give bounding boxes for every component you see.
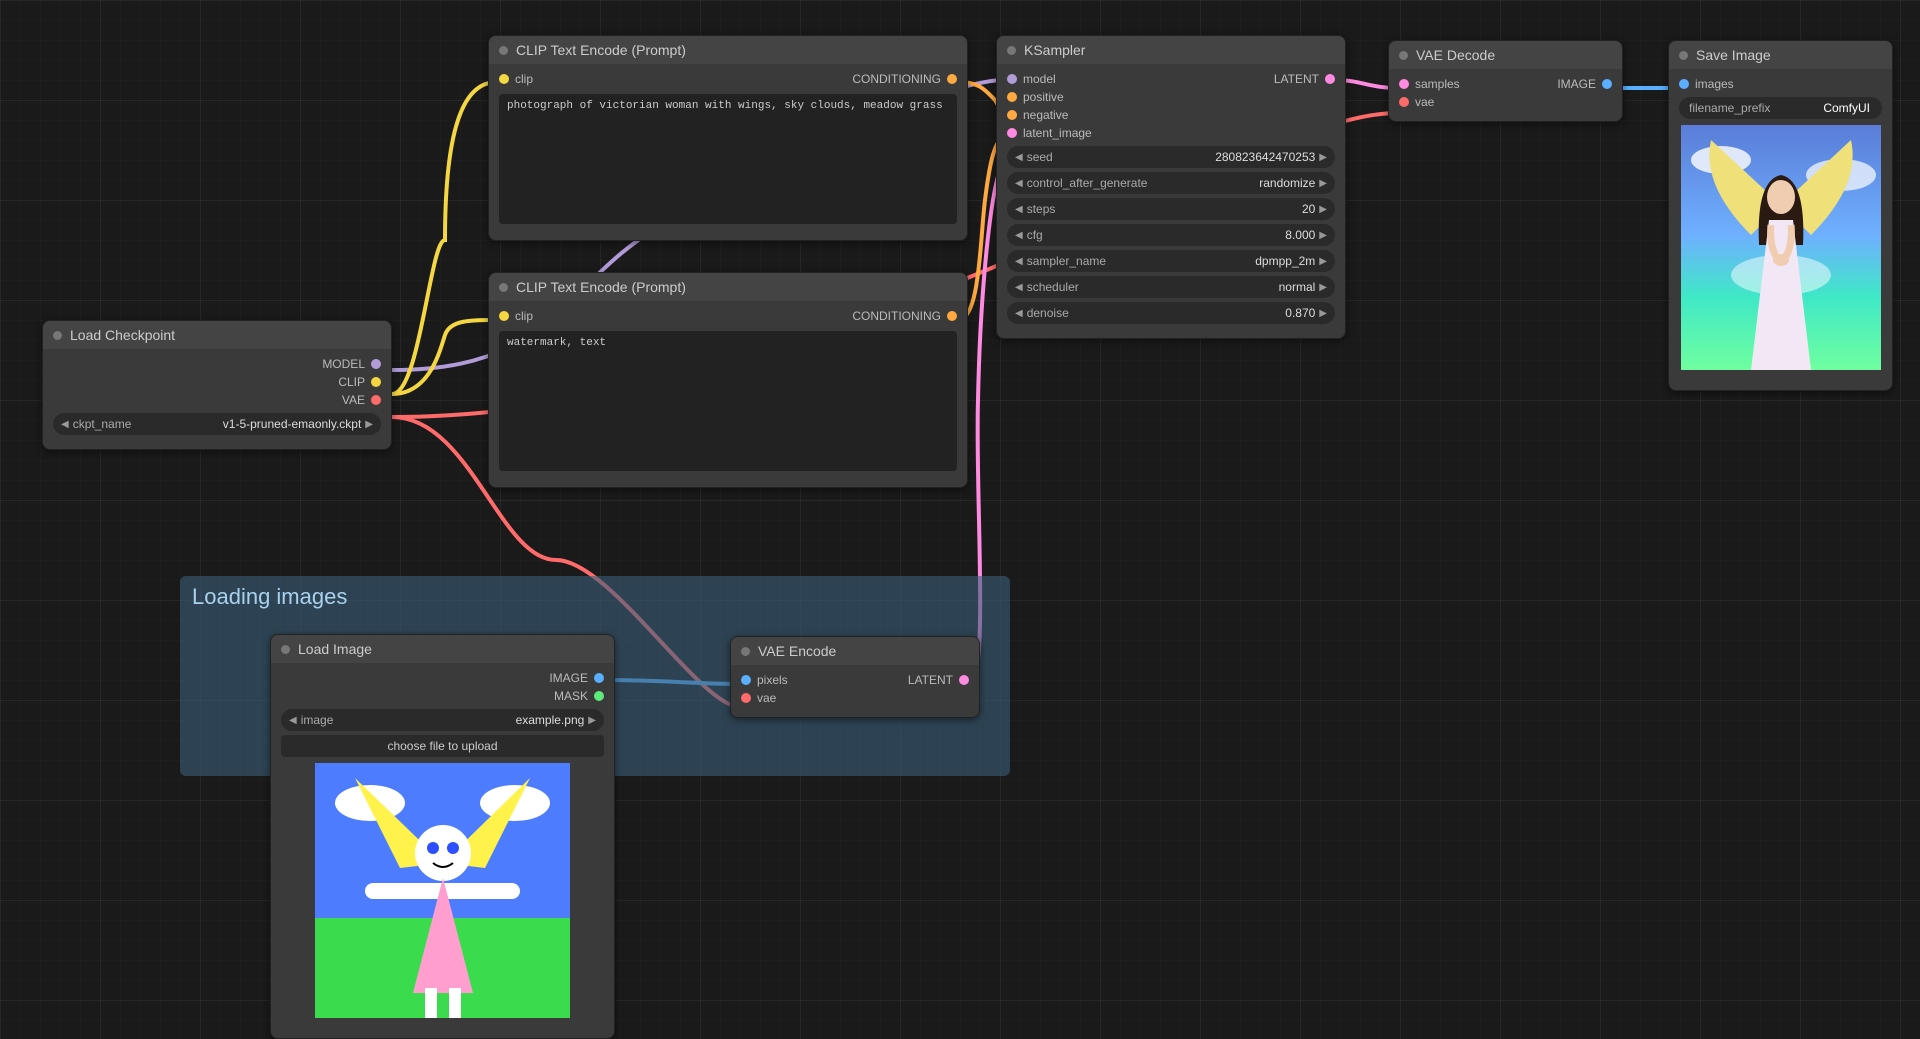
chevron-left-icon[interactable]: ◀ (289, 715, 297, 726)
output-image[interactable]: IMAGE (271, 669, 614, 687)
node-ksampler[interactable]: KSampler model positive negative latent_… (996, 35, 1346, 339)
node-vae-encode[interactable]: VAE Encode pixels vae LATENT (730, 636, 980, 718)
chevron-right-icon[interactable]: ▶ (1319, 230, 1327, 241)
node-title: Save Image (1696, 47, 1771, 63)
group-title: Loading images (192, 584, 998, 610)
collapse-icon[interactable] (499, 46, 508, 55)
output-vae[interactable]: VAE (43, 391, 391, 409)
input-model[interactable]: model (997, 70, 1264, 88)
output-mask[interactable]: MASK (271, 687, 614, 705)
chevron-right-icon[interactable]: ▶ (1319, 204, 1327, 215)
input-clip[interactable]: clip (489, 307, 543, 325)
cfg-widget[interactable]: ◀cfg8.000▶ (1007, 224, 1335, 246)
chevron-left-icon[interactable]: ◀ (1015, 178, 1023, 189)
node-title: KSampler (1024, 42, 1085, 58)
node-load-image[interactable]: Load Image IMAGE MASK ◀ image example.pn… (270, 634, 615, 1039)
node-header[interactable]: Load Checkpoint (43, 321, 391, 349)
chevron-right-icon[interactable]: ▶ (1319, 152, 1327, 163)
collapse-icon[interactable] (1679, 51, 1688, 60)
output-clip[interactable]: CLIP (43, 373, 391, 391)
collapse-icon[interactable] (499, 283, 508, 292)
node-title: VAE Decode (1416, 47, 1495, 63)
chevron-left-icon[interactable]: ◀ (1015, 204, 1023, 215)
collapse-icon[interactable] (741, 647, 750, 656)
input-negative[interactable]: negative (997, 106, 1264, 124)
scheduler-widget[interactable]: ◀schedulernormal▶ (1007, 276, 1335, 298)
collapse-icon[interactable] (281, 645, 290, 654)
collapse-icon[interactable] (1399, 51, 1408, 60)
node-title: VAE Encode (758, 643, 836, 659)
input-vae[interactable]: vae (731, 689, 898, 707)
node-save-image[interactable]: Save Image images filename_prefix ComfyU… (1668, 40, 1893, 391)
collapse-icon[interactable] (53, 331, 62, 340)
prompt-textarea[interactable]: photograph of victorian woman with wings… (499, 94, 957, 224)
node-header[interactable]: Save Image (1669, 41, 1892, 69)
node-load-checkpoint[interactable]: Load Checkpoint MODEL CLIP VAE ◀ ckpt_na… (42, 320, 392, 450)
output-conditioning[interactable]: CONDITIONING (842, 70, 967, 88)
node-clip-text-encode-positive[interactable]: CLIP Text Encode (Prompt) clip CONDITION… (488, 35, 968, 241)
output-latent[interactable]: LATENT (1264, 70, 1345, 88)
chevron-left-icon[interactable]: ◀ (1015, 282, 1023, 293)
chevron-right-icon[interactable]: ▶ (1319, 308, 1327, 319)
chevron-left-icon[interactable]: ◀ (1015, 152, 1023, 163)
chevron-right-icon[interactable]: ▶ (1319, 282, 1327, 293)
upload-button[interactable]: choose file to upload (281, 735, 604, 757)
node-header[interactable]: VAE Decode (1389, 41, 1622, 69)
node-header[interactable]: VAE Encode (731, 637, 979, 665)
node-header[interactable]: KSampler (997, 36, 1345, 64)
input-clip[interactable]: clip (489, 70, 543, 88)
input-latent-image[interactable]: latent_image (997, 124, 1264, 142)
output-model[interactable]: MODEL (43, 355, 391, 373)
input-samples[interactable]: samples (1389, 75, 1547, 93)
node-header[interactable]: Load Image (271, 635, 614, 663)
filename-prefix-widget[interactable]: filename_prefix ComfyUI (1679, 97, 1882, 119)
output-latent[interactable]: LATENT (898, 671, 979, 689)
input-images[interactable]: images (1669, 75, 1892, 93)
output-image-preview (1681, 125, 1881, 370)
seed-widget[interactable]: ◀seed280823642470253▶ (1007, 146, 1335, 168)
collapse-icon[interactable] (1007, 46, 1016, 55)
node-clip-text-encode-negative[interactable]: CLIP Text Encode (Prompt) clip CONDITION… (488, 272, 968, 488)
output-conditioning[interactable]: CONDITIONING (842, 307, 967, 325)
chevron-right-icon[interactable]: ▶ (365, 419, 373, 430)
input-positive[interactable]: positive (997, 88, 1264, 106)
chevron-right-icon[interactable]: ▶ (1319, 178, 1327, 189)
output-image[interactable]: IMAGE (1547, 75, 1622, 93)
chevron-left-icon[interactable]: ◀ (1015, 308, 1023, 319)
chevron-right-icon[interactable]: ▶ (588, 715, 596, 726)
input-vae[interactable]: vae (1389, 93, 1547, 111)
chevron-left-icon[interactable]: ◀ (1015, 230, 1023, 241)
node-header[interactable]: CLIP Text Encode (Prompt) (489, 273, 967, 301)
chevron-left-icon[interactable]: ◀ (1015, 256, 1023, 267)
prompt-textarea[interactable]: watermark, text (499, 331, 957, 471)
control-after-generate-widget[interactable]: ◀control_after_generaterandomize▶ (1007, 172, 1335, 194)
node-title: Load Image (298, 641, 372, 657)
input-pixels[interactable]: pixels (731, 671, 898, 689)
node-title: CLIP Text Encode (Prompt) (516, 42, 686, 58)
steps-widget[interactable]: ◀steps20▶ (1007, 198, 1335, 220)
node-title: Load Checkpoint (70, 327, 175, 343)
sampler-name-widget[interactable]: ◀sampler_namedpmpp_2m▶ (1007, 250, 1335, 272)
denoise-widget[interactable]: ◀denoise0.870▶ (1007, 302, 1335, 324)
input-image-preview (315, 763, 570, 1018)
node-vae-decode[interactable]: VAE Decode samples vae IMAGE (1388, 40, 1623, 122)
chevron-right-icon[interactable]: ▶ (1319, 256, 1327, 267)
ckpt-name-widget[interactable]: ◀ ckpt_name v1-5-pruned-emaonly.ckpt ▶ (53, 413, 381, 435)
image-widget[interactable]: ◀ image example.png ▶ (281, 709, 604, 731)
node-header[interactable]: CLIP Text Encode (Prompt) (489, 36, 967, 64)
node-title: CLIP Text Encode (Prompt) (516, 279, 686, 295)
chevron-left-icon[interactable]: ◀ (61, 419, 69, 430)
